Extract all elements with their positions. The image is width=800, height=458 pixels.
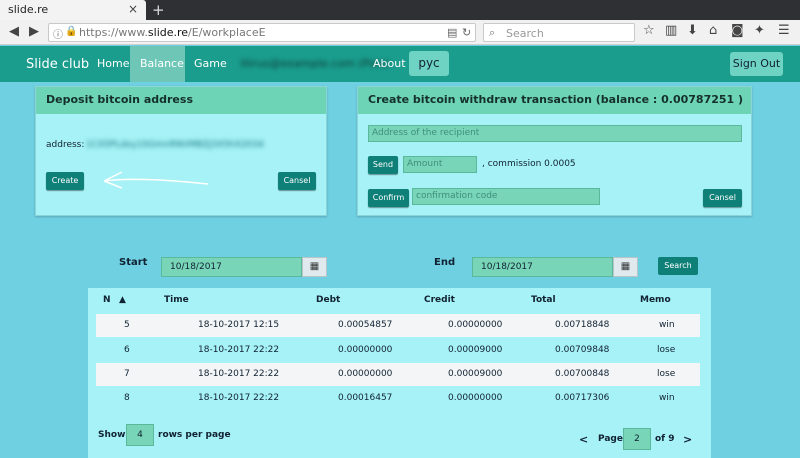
cell-total: 0.00718848	[555, 320, 610, 330]
page-count: of 9	[655, 434, 675, 444]
cell-credit: 0.00000000	[448, 393, 503, 403]
start-calendar-icon[interactable]: ▦	[302, 257, 327, 277]
confirmation-code-input[interactable]: confirmation code	[412, 188, 600, 205]
end-label: End	[434, 257, 456, 268]
nav-about[interactable]: About	[363, 46, 416, 82]
new-tab-button[interactable]: +	[152, 1, 165, 19]
current-page-input[interactable]: 2	[623, 428, 651, 450]
cell-total: 0.00717306	[555, 393, 610, 403]
bookmark-star-icon[interactable]: ☆	[643, 23, 655, 38]
cell-memo: lose	[657, 345, 676, 355]
end-date-input[interactable]: 10/18/2017	[472, 257, 613, 277]
send-button[interactable]: Send	[368, 156, 398, 174]
withdraw-panel: Create bitcoin withdraw transaction (bal…	[357, 86, 752, 216]
page-label: Page	[598, 434, 623, 444]
sign-out-button[interactable]: Sign Out	[730, 52, 783, 76]
col-header-time[interactable]: Time	[164, 295, 189, 305]
close-icon[interactable]: ×	[128, 2, 138, 16]
url-text: https://www.slide.re/E/workplaceE	[79, 26, 266, 39]
reader-view-icon[interactable]: ▤	[447, 26, 457, 39]
confirm-button[interactable]: Confirm	[368, 189, 409, 207]
pocket-icon[interactable]: ◙	[731, 23, 744, 38]
cell-debt: 0.00000000	[338, 369, 393, 379]
url-bar[interactable]: ⓘ 🔒 https://www.slide.re/E/workplaceE ▤ …	[48, 23, 476, 42]
recipient-address-input[interactable]: Address of the recipient	[368, 125, 742, 142]
browser-nav-bar: ◀ ▶ ⓘ 🔒 https://www.slide.re/E/workplace…	[0, 20, 800, 45]
nav-balance[interactable]: Balance	[130, 46, 185, 82]
commission-text: , commission 0.0005	[482, 159, 576, 169]
cell-credit: 0.00009000	[448, 369, 503, 379]
download-icon[interactable]: ⬇	[687, 23, 698, 38]
cell-time: 18-10-2017 12:15	[198, 320, 280, 330]
library-icon[interactable]: ▥	[665, 23, 677, 38]
create-button[interactable]: Create	[46, 172, 84, 190]
cell-n: 6	[124, 345, 130, 355]
cell-memo: win	[659, 393, 675, 403]
deposit-cancel-button[interactable]: Cansel	[278, 172, 316, 190]
table-row[interactable]: 6 18-10-2017 22:22 0.00000000 0.00009000…	[96, 339, 700, 362]
home-icon[interactable]: ⌂	[709, 23, 717, 38]
start-label: Start	[119, 257, 148, 268]
next-page-button[interactable]: >	[683, 433, 692, 446]
cell-debt: 0.00000000	[338, 345, 393, 355]
withdraw-panel-title: Create bitcoin withdraw transaction (bal…	[358, 87, 751, 114]
col-header-total[interactable]: Total	[531, 295, 556, 305]
end-calendar-icon[interactable]: ▦	[613, 257, 638, 277]
sort-asc-icon[interactable]: ▲	[119, 295, 126, 305]
hamburger-menu-icon[interactable]: ☰	[778, 23, 790, 38]
forward-arrow-icon[interactable]: ▶	[24, 22, 44, 42]
cell-memo: lose	[657, 369, 676, 379]
cell-credit: 0.00009000	[448, 345, 503, 355]
search-icon: ⌕	[489, 26, 496, 39]
back-arrow-icon[interactable]: ◀	[4, 22, 24, 42]
arrow-annotation	[103, 171, 209, 189]
col-header-n[interactable]: N	[103, 295, 111, 305]
deposit-address-value: 1CX5PLdxy1SGmnRNVMBZJ3X5hX2034	[86, 140, 264, 150]
amount-input[interactable]: Amount	[403, 156, 477, 173]
cell-n: 7	[124, 369, 130, 379]
site-header: Slide club Home Balance Game illirus@exa…	[0, 46, 800, 82]
cell-time: 18-10-2017 22:22	[198, 369, 280, 379]
browser-search-box[interactable]: ⌕ Search	[483, 23, 635, 42]
search-button[interactable]: Search	[658, 257, 698, 275]
nav-game[interactable]: Game	[184, 46, 237, 82]
reload-icon[interactable]: ↻	[462, 26, 471, 39]
cell-total: 0.00700848	[555, 369, 610, 379]
search-placeholder: Search	[506, 27, 544, 40]
deposit-panel-title: Deposit bitcoin address	[36, 87, 326, 114]
deposit-panel: Deposit bitcoin address address: 1CX5PLd…	[35, 86, 327, 216]
address-label: address:	[46, 140, 85, 150]
prev-page-button[interactable]: <	[579, 433, 588, 446]
cell-total: 0.00709848	[555, 345, 610, 355]
tab-title: slide.re	[8, 3, 49, 16]
lock-icon: 🔒	[65, 26, 78, 37]
col-header-memo[interactable]: Memo	[640, 295, 671, 305]
start-date-input[interactable]: 10/18/2017	[161, 257, 302, 277]
cell-memo: win	[659, 320, 675, 330]
cell-debt: 0.00054857	[338, 320, 393, 330]
cell-debt: 0.00016457	[338, 393, 393, 403]
col-header-credit[interactable]: Credit	[424, 295, 455, 305]
info-icon[interactable]: ⓘ	[53, 26, 63, 41]
brand-logo[interactable]: Slide club	[26, 57, 89, 72]
col-header-debt[interactable]: Debt	[316, 295, 340, 305]
table-row[interactable]: 7 18-10-2017 22:22 0.00000000 0.00009000…	[96, 363, 700, 386]
rows-per-page-input[interactable]: 4	[126, 424, 154, 446]
cell-n: 5	[124, 320, 130, 330]
cell-time: 18-10-2017 22:22	[198, 345, 280, 355]
show-label: Show	[98, 430, 126, 440]
browser-tab-bar: slide.re × +	[0, 0, 800, 20]
browser-tab[interactable]: slide.re ×	[0, 0, 146, 20]
cell-time: 18-10-2017 22:22	[198, 393, 280, 403]
transactions-table: N ▲ Time Debt Credit Total Memo 5 18-10-…	[88, 288, 711, 458]
rows-per-page-label: rows per page	[158, 430, 231, 440]
cell-n: 8	[124, 393, 130, 403]
language-button[interactable]: рус	[409, 51, 449, 76]
extension-icon[interactable]: ✦	[754, 23, 765, 38]
table-row[interactable]: 5 18-10-2017 12:15 0.00054857 0.00000000…	[96, 314, 700, 337]
cell-credit: 0.00000000	[448, 320, 503, 330]
withdraw-cancel-button[interactable]: Cansel	[703, 189, 742, 207]
table-row[interactable]: 8 18-10-2017 22:22 0.00016457 0.00000000…	[96, 387, 700, 410]
